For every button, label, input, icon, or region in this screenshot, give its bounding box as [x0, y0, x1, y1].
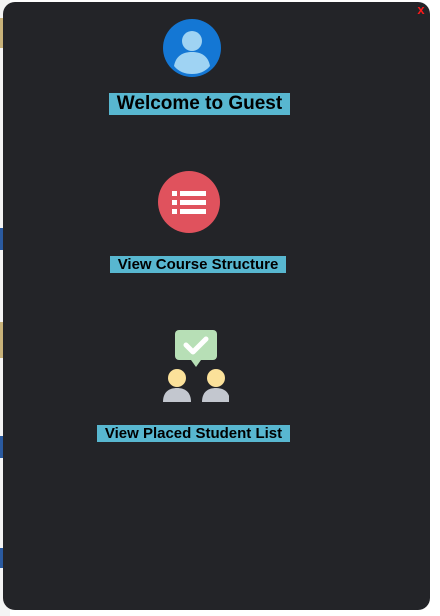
view-course-structure-link[interactable]: View Course Structure — [110, 256, 286, 273]
close-button[interactable]: x — [414, 3, 428, 17]
list-icon[interactable] — [158, 171, 220, 233]
user-avatar-icon — [163, 19, 221, 77]
view-placed-student-list-link[interactable]: View Placed Student List — [97, 425, 290, 442]
placed-students-icon[interactable] — [161, 328, 229, 402]
guest-modal: x Welcome to Guest View Course Structure… — [3, 2, 430, 610]
welcome-heading: Welcome to Guest — [109, 93, 290, 115]
